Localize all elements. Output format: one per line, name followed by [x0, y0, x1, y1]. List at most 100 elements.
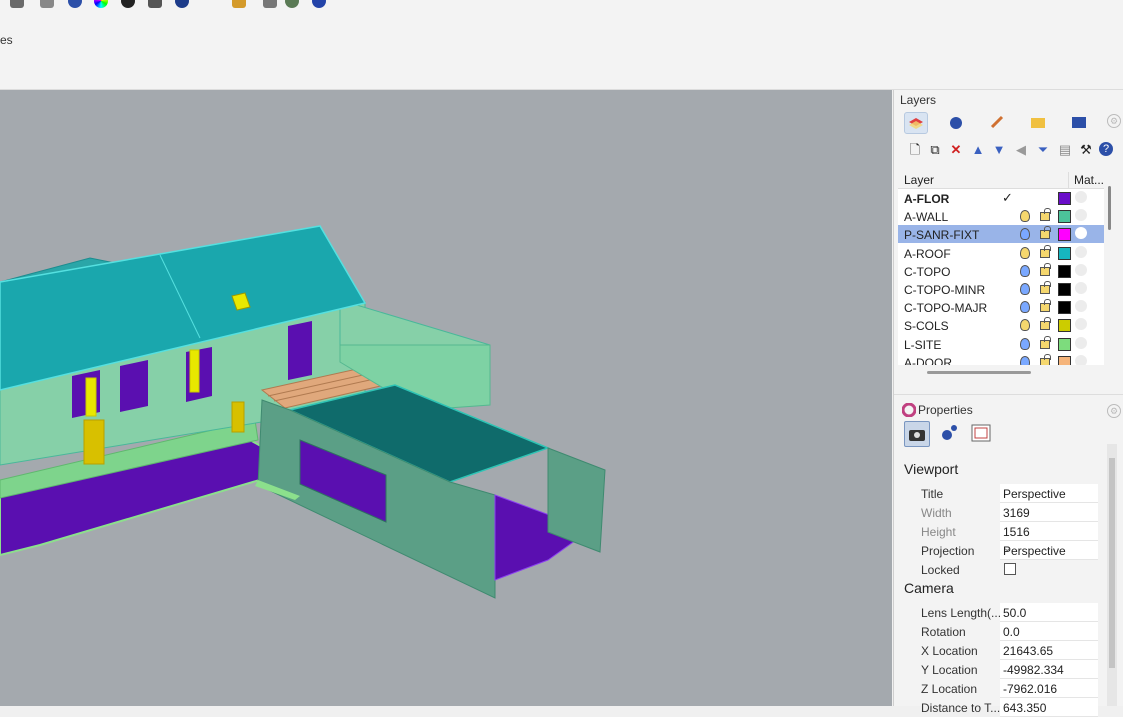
tools-icon[interactable]: ⚒ — [1078, 142, 1094, 158]
page-icon[interactable]: ▤ — [1057, 142, 1073, 158]
materials-tab-icon[interactable] — [945, 112, 967, 132]
lock-icon[interactable] — [1040, 335, 1051, 349]
color-wheel-icon[interactable] — [94, 0, 108, 8]
layer-color-swatch[interactable] — [1058, 210, 1071, 224]
named-views-tab[interactable] — [937, 421, 961, 445]
layer-color-swatch[interactable] — [1058, 337, 1071, 351]
material-icon[interactable] — [1075, 191, 1087, 203]
lightbulb-icon[interactable] — [1020, 228, 1030, 241]
scroll-thumb[interactable] — [1109, 458, 1115, 668]
layer-row[interactable]: A-ROOF — [898, 244, 1104, 262]
earth-icon[interactable] — [285, 0, 299, 8]
layer-color-swatch[interactable] — [1058, 301, 1071, 315]
rotation-field[interactable]: 0.0 — [1000, 622, 1098, 641]
render-icon[interactable] — [40, 0, 54, 8]
layer-color-swatch[interactable] — [1058, 319, 1071, 333]
layer-row[interactable]: S-COLS — [898, 316, 1104, 334]
material-icon[interactable] — [1075, 318, 1087, 331]
lightbulb-icon[interactable] — [1020, 319, 1030, 332]
viewport-properties-tab[interactable] — [904, 421, 930, 447]
lock-icon[interactable] — [1040, 244, 1051, 258]
lightbulb-icon[interactable] — [1020, 264, 1030, 277]
material-icon[interactable] — [1075, 354, 1087, 365]
new-layer-icon[interactable]: 🗋 — [907, 142, 923, 158]
layer-color-swatch[interactable] — [1058, 228, 1071, 242]
height-field[interactable]: 1516 — [1000, 522, 1098, 541]
material-icon[interactable] — [1075, 263, 1087, 276]
help-icon[interactable] — [312, 0, 326, 8]
title-field[interactable]: Perspective — [1000, 484, 1098, 503]
lock-icon[interactable] — [1040, 226, 1051, 240]
lightbulb-icon[interactable] — [1020, 210, 1030, 223]
layer-name: L-SITE — [904, 337, 942, 352]
layers-tab-icon[interactable] — [904, 112, 928, 134]
help-tab-icon[interactable] — [1068, 112, 1090, 132]
lock-icon[interactable] — [1040, 281, 1051, 294]
lock-icon[interactable] — [1040, 317, 1051, 331]
layer-list-vscrollbar[interactable] — [1108, 186, 1111, 230]
locked-checkbox[interactable] — [1004, 563, 1016, 575]
perspective-viewport[interactable] — [0, 90, 892, 706]
material-column-header[interactable]: Mat... — [1074, 173, 1104, 187]
x-location-label: X Location — [921, 644, 978, 658]
layer-color-swatch[interactable] — [1058, 283, 1071, 296]
layer-row[interactable]: L-SITE — [898, 335, 1104, 353]
width-field[interactable]: 3169 — [1000, 503, 1098, 522]
layer-color-swatch[interactable] — [1058, 355, 1071, 365]
distance-field[interactable]: 643.350 — [1000, 698, 1098, 717]
move-left-icon[interactable]: ◀ — [1013, 142, 1029, 158]
sphere-icon[interactable] — [121, 0, 135, 8]
gear-icon[interactable]: ⚙ — [1107, 114, 1121, 128]
wallpaper-tab[interactable] — [969, 421, 993, 445]
material-icon[interactable] — [1075, 336, 1087, 349]
lightbulb-icon[interactable] — [1020, 301, 1030, 314]
help-icon[interactable]: ? — [1099, 142, 1113, 156]
lightbulb-icon[interactable] — [1020, 283, 1030, 295]
layer-row[interactable]: A-WALL — [898, 207, 1104, 225]
x-location-field[interactable]: 21643.65 — [1000, 641, 1098, 660]
material-icon[interactable] — [1075, 282, 1087, 294]
lock-icon[interactable] — [1040, 299, 1051, 313]
layer-list[interactable]: A-FLOR ✓ A-WALL P-SANR-FIXT A-ROOF C-TOPO C-TO… — [898, 189, 1104, 365]
lightbulb-icon[interactable] — [1020, 246, 1030, 259]
material-icon[interactable] — [1075, 227, 1087, 240]
material-icon[interactable] — [1075, 245, 1087, 258]
material-icon[interactable] — [1075, 300, 1087, 313]
lens-field[interactable]: 50.0 — [1000, 603, 1098, 622]
lightbulb-icon[interactable] — [1020, 355, 1030, 365]
filter-icon[interactable]: ⏷ — [1035, 142, 1051, 158]
lock-icon[interactable] — [1040, 208, 1051, 222]
layer-color-swatch[interactable] — [1058, 192, 1071, 205]
render-icon[interactable] — [10, 0, 24, 8]
layer-row[interactable]: C-TOPO — [898, 262, 1104, 280]
layer-column-header[interactable]: Layer — [904, 173, 934, 187]
delete-icon[interactable]: ✕ — [948, 142, 964, 158]
layer-row[interactable]: C-TOPO-MAJR — [898, 298, 1104, 316]
layer-row[interactable]: A-DOOR — [898, 353, 1104, 365]
paint-icon[interactable] — [232, 0, 246, 8]
layer-color-swatch[interactable] — [1058, 246, 1071, 260]
lock-icon[interactable] — [1040, 353, 1051, 365]
move-down-icon[interactable]: ▼ — [991, 142, 1007, 158]
files-tab-icon[interactable] — [1027, 112, 1049, 132]
layer-color-swatch[interactable] — [1058, 264, 1071, 278]
lightbulb-icon[interactable] — [1020, 337, 1030, 350]
layer-row[interactable]: A-FLOR ✓ — [898, 189, 1104, 207]
camera-icon[interactable] — [148, 0, 162, 8]
grid-icon[interactable] — [263, 0, 277, 8]
y-location-field[interactable]: -49982.334 — [1000, 660, 1098, 679]
z-location-field[interactable]: -7962.016 — [1000, 679, 1098, 698]
projection-select[interactable]: Perspective ⌄ — [1000, 541, 1098, 560]
globe-icon[interactable] — [175, 0, 189, 8]
layer-row[interactable]: C-TOPO-MINR — [898, 280, 1104, 298]
display-tab-icon[interactable] — [986, 112, 1008, 132]
sphere-icon[interactable] — [68, 0, 82, 8]
new-sublayer-icon[interactable]: ⧉ — [927, 142, 943, 158]
move-up-icon[interactable]: ▲ — [970, 142, 986, 158]
layer-row[interactable]: P-SANR-FIXT — [898, 225, 1104, 244]
properties-vscrollbar[interactable] — [1107, 444, 1117, 706]
gear-icon[interactable]: ⚙ — [1107, 404, 1121, 418]
material-icon[interactable] — [1075, 209, 1087, 222]
lock-icon[interactable] — [1040, 262, 1051, 276]
layer-list-hscrollbar[interactable] — [927, 371, 1031, 374]
